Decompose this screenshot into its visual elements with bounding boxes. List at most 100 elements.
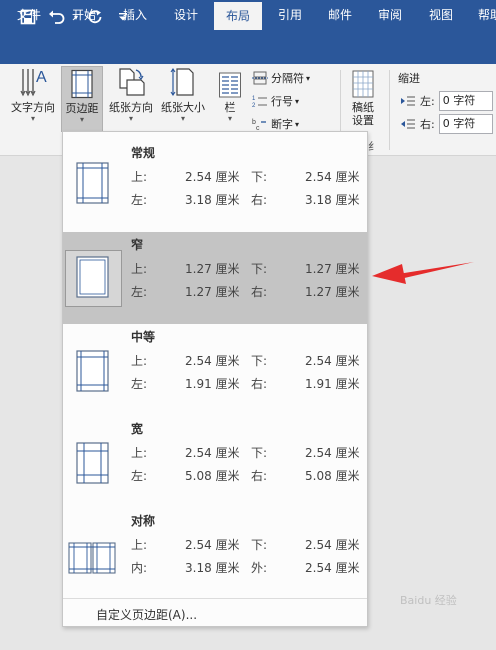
indent-right-icon bbox=[401, 119, 415, 129]
breaks-icon bbox=[252, 71, 268, 85]
margin-label-left: 左: bbox=[131, 377, 148, 391]
margin-option-narrow[interactable]: 窄 上: 1.27 厘米 下: 1.27 厘米 左: 1.27 厘米 右: 1.… bbox=[63, 232, 367, 324]
line-numbers-label: 行号 bbox=[271, 95, 293, 108]
margin-label-top: 上: bbox=[131, 446, 148, 460]
margin-value-outside: 2.54 厘米 bbox=[305, 561, 360, 575]
indent-right-input[interactable]: 0 字符 bbox=[438, 114, 493, 134]
chevron-down-icon: ▾ bbox=[227, 114, 232, 123]
margin-label-left: 左: bbox=[131, 193, 148, 207]
margin-value-bottom: 1.27 厘米 bbox=[305, 262, 360, 276]
margin-option-normal[interactable]: 常规 上: 2.54 厘米 下: 2.54 厘米 左: 3.18 厘米 右: 3… bbox=[63, 140, 367, 232]
size-label: 纸张大小 bbox=[161, 101, 205, 114]
columns-button[interactable]: 栏 ▾ bbox=[213, 66, 247, 123]
text-direction-button[interactable]: A 文字方向 ▾ bbox=[6, 66, 60, 123]
indent-left-label: 左: bbox=[420, 95, 435, 108]
manuscript-icon bbox=[343, 66, 383, 98]
margin-value-bottom: 2.54 厘米 bbox=[305, 354, 360, 368]
margin-label-left: 左: bbox=[131, 469, 148, 483]
margin-label-bottom: 下: bbox=[251, 538, 268, 552]
orientation-icon bbox=[105, 66, 157, 98]
margin-normal-icon bbox=[63, 154, 121, 214]
manuscript-label-1: 稿纸 bbox=[352, 101, 374, 114]
indent-right-row: 右: 0 字符 bbox=[400, 114, 493, 134]
tab-layout[interactable]: 布局 bbox=[214, 2, 262, 30]
margin-value-left: 5.08 厘米 bbox=[185, 469, 240, 483]
margin-option-moderate[interactable]: 中等 上: 2.54 厘米 下: 2.54 厘米 左: 1.91 厘米 右: 1… bbox=[63, 324, 367, 416]
margin-value-bottom: 2.54 厘米 bbox=[305, 170, 360, 184]
margin-value-left: 1.27 厘米 bbox=[185, 285, 240, 299]
manuscript-label-2: 设置 bbox=[352, 114, 374, 127]
margin-value-inside: 3.18 厘米 bbox=[185, 561, 240, 575]
indent-left-input[interactable]: 0 字符 bbox=[438, 91, 493, 111]
indent-left-row: 左: 0 字符 bbox=[400, 91, 493, 111]
margin-value-bottom: 2.54 厘米 bbox=[305, 538, 360, 552]
margin-option-wide[interactable]: 宽 上: 2.54 厘米 下: 2.54 厘米 左: 5.08 厘米 右: 5.… bbox=[63, 416, 367, 508]
tab-references[interactable]: 引用 bbox=[262, 0, 318, 30]
menu-divider bbox=[63, 598, 367, 599]
margin-value-right: 1.91 厘米 bbox=[305, 377, 360, 391]
tab-home[interactable]: 开始 bbox=[56, 0, 112, 30]
margin-label-top: 上: bbox=[131, 262, 148, 276]
tab-help[interactable]: 帮助 bbox=[464, 0, 496, 30]
group-separator bbox=[389, 70, 390, 150]
margin-label-bottom: 下: bbox=[251, 446, 268, 460]
breaks-label: 分隔符 bbox=[271, 72, 304, 85]
indent-group-label: 缩进 bbox=[398, 72, 420, 85]
red-arrow-icon bbox=[372, 262, 474, 284]
tab-review[interactable]: 审阅 bbox=[362, 0, 418, 30]
indent-left-icon bbox=[401, 96, 415, 106]
hyphenation-label: 断字 bbox=[271, 118, 293, 131]
margins-label: 页边距 bbox=[65, 102, 99, 115]
line-numbers-icon: 12 bbox=[252, 96, 267, 108]
tab-design[interactable]: 设计 bbox=[158, 0, 214, 30]
margin-wide-icon bbox=[63, 430, 121, 490]
margin-label-top: 上: bbox=[131, 354, 148, 368]
margin-label-right: 右: bbox=[251, 377, 268, 391]
columns-label: 栏 bbox=[224, 101, 236, 114]
margin-moderate-icon bbox=[63, 338, 121, 398]
orientation-button[interactable]: 纸张方向 ▾ bbox=[105, 66, 157, 123]
orientation-label: 纸张方向 bbox=[109, 101, 153, 114]
indent-right-label: 右: bbox=[420, 118, 435, 131]
chevron-down-icon: ▾ bbox=[295, 119, 300, 129]
svg-text:1: 1 bbox=[252, 96, 256, 102]
margins-icon bbox=[62, 67, 102, 99]
margin-option-mirrored[interactable]: 对称 上: 2.54 厘米 下: 2.54 厘米 内: 3.18 厘米 外: 2… bbox=[63, 508, 367, 600]
margin-label-right: 右: bbox=[251, 469, 268, 483]
manuscript-button[interactable]: 稿纸 设置 bbox=[343, 66, 383, 127]
margins-dropdown: 常规 上: 2.54 厘米 下: 2.54 厘米 左: 3.18 厘米 右: 3… bbox=[62, 131, 368, 627]
margin-label-top: 上: bbox=[131, 170, 148, 184]
chevron-down-icon: ▾ bbox=[306, 73, 311, 83]
line-numbers-button[interactable]: 12 行号 ▾ bbox=[252, 91, 299, 111]
paper-size-icon bbox=[157, 66, 209, 98]
option-name: 中等 bbox=[131, 330, 156, 344]
tab-mailings[interactable]: 邮件 bbox=[318, 0, 362, 30]
margin-label-right: 右: bbox=[251, 285, 268, 299]
margin-value-bottom: 2.54 厘米 bbox=[305, 446, 360, 460]
margin-value-right: 5.08 厘米 bbox=[305, 469, 360, 483]
option-name: 窄 bbox=[131, 238, 144, 252]
size-button[interactable]: 纸张大小 ▾ bbox=[157, 66, 209, 123]
tab-file[interactable]: 文件 bbox=[2, 0, 56, 30]
margin-label-left: 左: bbox=[131, 285, 148, 299]
custom-margins-item[interactable]: 自定义页边距(A)... bbox=[96, 606, 197, 623]
tab-view[interactable]: 视图 bbox=[418, 0, 464, 30]
chevron-down-icon: ▾ bbox=[180, 114, 185, 123]
option-name: 宽 bbox=[131, 422, 144, 436]
breaks-button[interactable]: 分隔符 ▾ bbox=[252, 68, 310, 88]
margin-value-right: 3.18 厘米 bbox=[305, 193, 360, 207]
columns-icon bbox=[213, 66, 247, 98]
margins-button[interactable]: 页边距 ▾ bbox=[61, 66, 103, 132]
watermark: Baidu 经验 bbox=[400, 594, 457, 607]
text-direction-label: 文字方向 bbox=[11, 101, 55, 114]
chevron-down-icon: ▾ bbox=[79, 115, 84, 124]
margin-label-outside: 外: bbox=[251, 561, 268, 575]
margin-label-inside: 内: bbox=[131, 561, 148, 575]
margin-value-right: 1.27 厘米 bbox=[305, 285, 360, 299]
margin-value-left: 1.91 厘米 bbox=[185, 377, 240, 391]
margin-value-top: 2.54 厘米 bbox=[185, 446, 240, 460]
group-label-fragment: 纟 bbox=[368, 140, 379, 153]
option-name: 对称 bbox=[131, 514, 156, 528]
tab-insert[interactable]: 插入 bbox=[112, 0, 158, 30]
margin-value-top: 2.54 厘米 bbox=[185, 170, 240, 184]
